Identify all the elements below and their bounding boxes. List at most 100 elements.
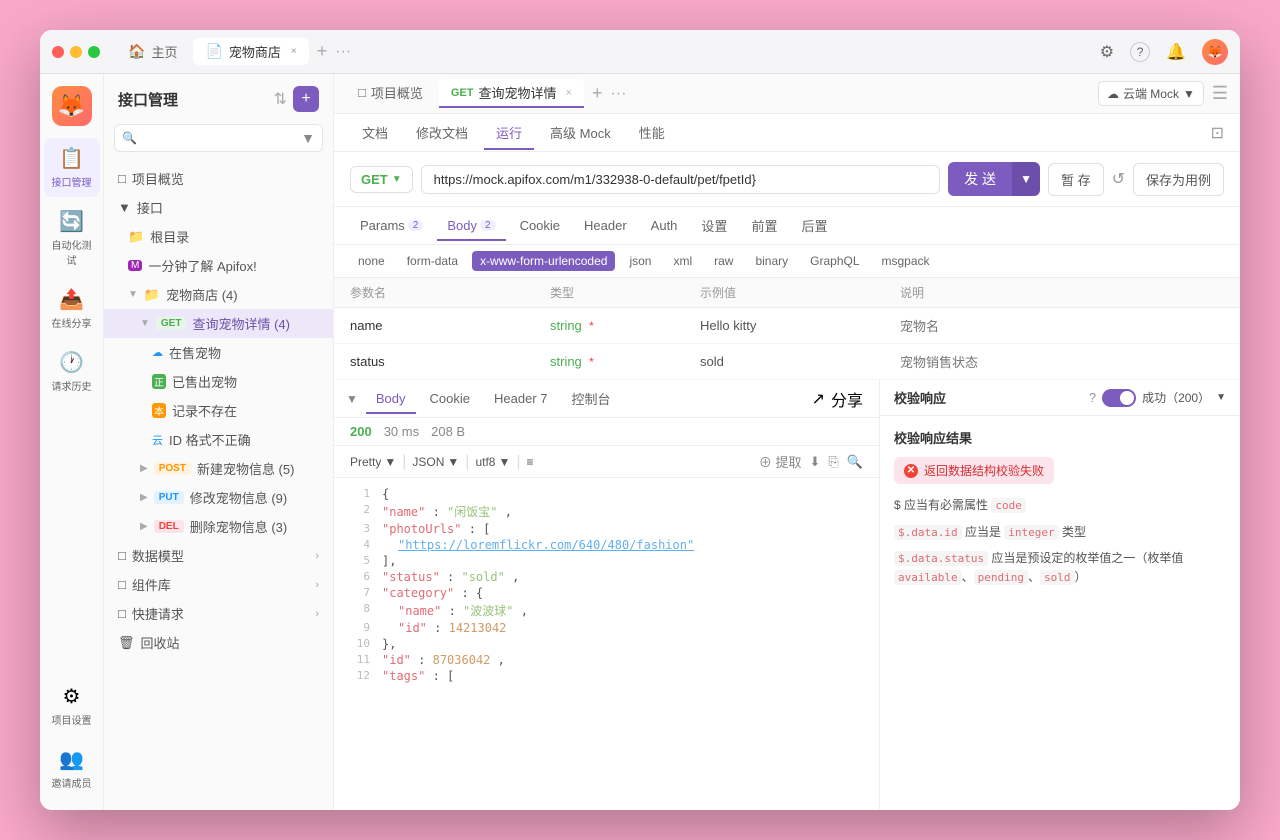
traffic-light-red[interactable] — [52, 46, 64, 58]
refresh-button[interactable]: ↺ — [1112, 169, 1125, 189]
tree-item-overview[interactable]: □ 项目概览 — [104, 164, 333, 193]
tree-item-on-sale[interactable]: ☁ 在售宠物 — [104, 338, 333, 367]
body-type-xml[interactable]: xml — [665, 251, 700, 271]
copy-button[interactable]: ⎘ — [828, 454, 838, 470]
tab-cookie[interactable]: Cookie — [510, 212, 570, 241]
subnav-docs[interactable]: 文档 — [350, 117, 400, 150]
shop-tab-close[interactable]: × — [291, 46, 297, 57]
help-icon[interactable]: ? — [1130, 42, 1150, 62]
response-tab-body[interactable]: Body — [366, 385, 416, 414]
notification-icon[interactable]: 🔔 — [1166, 42, 1186, 62]
tree-item-components[interactable]: □ 组件库 › — [104, 570, 333, 599]
body-type-raw[interactable]: raw — [706, 251, 741, 271]
save-example-button[interactable]: 保存为用例 — [1133, 163, 1224, 196]
toggle-switch[interactable] — [1102, 389, 1136, 407]
download-button[interactable]: ⬇ — [810, 454, 821, 470]
save-temp-button[interactable]: 暂 存 — [1048, 163, 1104, 196]
body-type-json[interactable]: json — [621, 251, 659, 271]
user-avatar[interactable]: 🦊 — [1202, 39, 1228, 65]
send-dropdown-button[interactable]: ▼ — [1012, 162, 1040, 196]
tab-query-pet[interactable]: GET 查询宠物详情 × — [439, 79, 584, 108]
sidebar-item-automation[interactable]: 🔄 自动化测试 — [44, 201, 100, 275]
share-btn[interactable]: ↗ 分享 — [812, 387, 863, 411]
pretty-select[interactable]: Pretty ▼ — [350, 455, 396, 469]
tree-item-learn[interactable]: M 一分钟了解 Apifox! — [104, 251, 333, 280]
traffic-light-yellow[interactable] — [70, 46, 82, 58]
more-tabs-icon[interactable]: ··· — [610, 85, 626, 103]
subnav-edit-docs[interactable]: 修改文档 — [404, 117, 480, 150]
code-line-1: 1 { — [334, 486, 879, 502]
body-type-none[interactable]: none — [350, 251, 393, 271]
traffic-light-green[interactable] — [88, 46, 100, 58]
options-button[interactable]: ≡ — [527, 455, 534, 469]
add-tab-icon[interactable]: + — [592, 83, 603, 104]
body-type-graphql[interactable]: GraphQL — [802, 251, 867, 271]
more-tabs-btn[interactable]: ··· — [335, 43, 351, 61]
add-tab-btn[interactable]: + — [317, 41, 328, 62]
body-type-urlencoded[interactable]: x-www-form-urlencoded — [472, 251, 615, 271]
tab-header[interactable]: Header — [574, 212, 637, 241]
sidebar-item-api-management[interactable]: 📋 接口管理 — [44, 138, 100, 197]
shop-tab[interactable]: 📄 宠物商店 × — [193, 38, 308, 65]
home-tab[interactable]: 🏠 主页 — [116, 38, 189, 65]
sidebar-item-online-share[interactable]: 📤 在线分享 — [44, 279, 100, 338]
overview-icon: □ — [118, 171, 126, 186]
pretty-chevron: ▼ — [384, 455, 396, 469]
url-input[interactable] — [421, 165, 941, 194]
tree-item-quick-request[interactable]: □ 快捷请求 › — [104, 599, 333, 628]
tree-item-api-folder[interactable]: ▼ 接口 — [104, 193, 333, 222]
expand-icon[interactable]: ⊡ — [1211, 125, 1224, 142]
tab-auth[interactable]: Auth — [641, 212, 688, 241]
api-folder-icon: ▼ — [118, 200, 131, 215]
response-chevron[interactable]: ▼ — [346, 392, 358, 406]
response-tab-header[interactable]: Header 7 — [484, 385, 557, 414]
tab-overview[interactable]: □ 项目概览 — [346, 79, 435, 108]
tree-item-data-models[interactable]: □ 数据模型 › — [104, 541, 333, 570]
body-type-form-data[interactable]: form-data — [399, 251, 466, 271]
response-tab-cookie[interactable]: Cookie — [420, 385, 480, 414]
param-status-example: sold — [700, 354, 900, 369]
subnav-advanced-mock[interactable]: 高级 Mock — [538, 117, 623, 150]
tab-pre[interactable]: 前置 — [741, 210, 787, 243]
sort-icon[interactable]: ⇅ — [274, 89, 287, 109]
add-api-button[interactable]: + — [293, 86, 319, 112]
settings-icon[interactable]: ⚙ — [1100, 42, 1114, 62]
cloud-mock-button[interactable]: ☁ 云端 Mock ▼ — [1098, 81, 1204, 106]
sidebar-item-invite[interactable]: 👥 邀请成员 — [44, 739, 100, 798]
tree-item-put-pet[interactable]: ▶ PUT 修改宠物信息 (9) — [104, 483, 333, 512]
tree-item-query-pet[interactable]: ▼ GET 查询宠物详情 (4) — [104, 309, 333, 338]
body-type-binary[interactable]: binary — [747, 251, 796, 271]
encoding-select[interactable]: utf8 ▼ — [475, 455, 510, 469]
sidebar-item-settings[interactable]: ⚙ 项目设置 — [44, 676, 100, 735]
tree-item-not-found[interactable]: 本 记录不存在 — [104, 396, 333, 425]
body-type-msgpack[interactable]: msgpack — [874, 251, 938, 271]
extract-button[interactable]: ⊕ 提取 — [759, 452, 802, 471]
tree-item-root[interactable]: 📁 根目录 — [104, 222, 333, 251]
tree-item-post-pet[interactable]: ▶ POST 新建宠物信息 (5) — [104, 454, 333, 483]
tree-item-petshop[interactable]: ▼ 📁 宠物商店 (4) — [104, 280, 333, 309]
tab-api-settings[interactable]: 设置 — [691, 210, 737, 243]
project-settings-label: 项目设置 — [52, 712, 92, 727]
tab-body[interactable]: Body 2 — [437, 212, 505, 241]
sidebar-toggle-icon[interactable]: ☰ — [1212, 83, 1228, 104]
tree-item-del-pet[interactable]: ▶ DEL 删除宠物信息 (3) — [104, 512, 333, 541]
tree-item-bad-format[interactable]: 云 ID 格式不正确 — [104, 425, 333, 454]
query-pet-tab-close[interactable]: × — [566, 87, 572, 99]
send-button[interactable]: 发 送 — [948, 162, 1012, 196]
subnav-run[interactable]: 运行 — [484, 117, 534, 150]
tab-params[interactable]: Params 2 — [350, 212, 433, 241]
search-input[interactable] — [114, 124, 323, 152]
tree-item-trash[interactable]: 🗑 回收站 — [104, 628, 333, 657]
data-models-icon: □ — [118, 548, 126, 563]
response-panel: ▼ Body Cookie Header 7 控制台 ↗ 分享 — [334, 380, 880, 810]
search-button[interactable]: 🔍 — [847, 454, 863, 470]
tab-post[interactable]: 后置 — [791, 210, 837, 243]
json-select[interactable]: JSON ▼ — [412, 455, 459, 469]
method-select[interactable]: GET ▼ — [350, 166, 413, 193]
case-icon-2: 正 — [152, 374, 166, 389]
filter-button[interactable]: ▼ — [297, 126, 319, 150]
tree-item-sold[interactable]: 正 已售出宠物 — [104, 367, 333, 396]
response-tab-console[interactable]: 控制台 — [561, 383, 620, 416]
subnav-performance[interactable]: 性能 — [627, 117, 677, 150]
sidebar-item-history[interactable]: 🕐 请求历史 — [44, 342, 100, 401]
